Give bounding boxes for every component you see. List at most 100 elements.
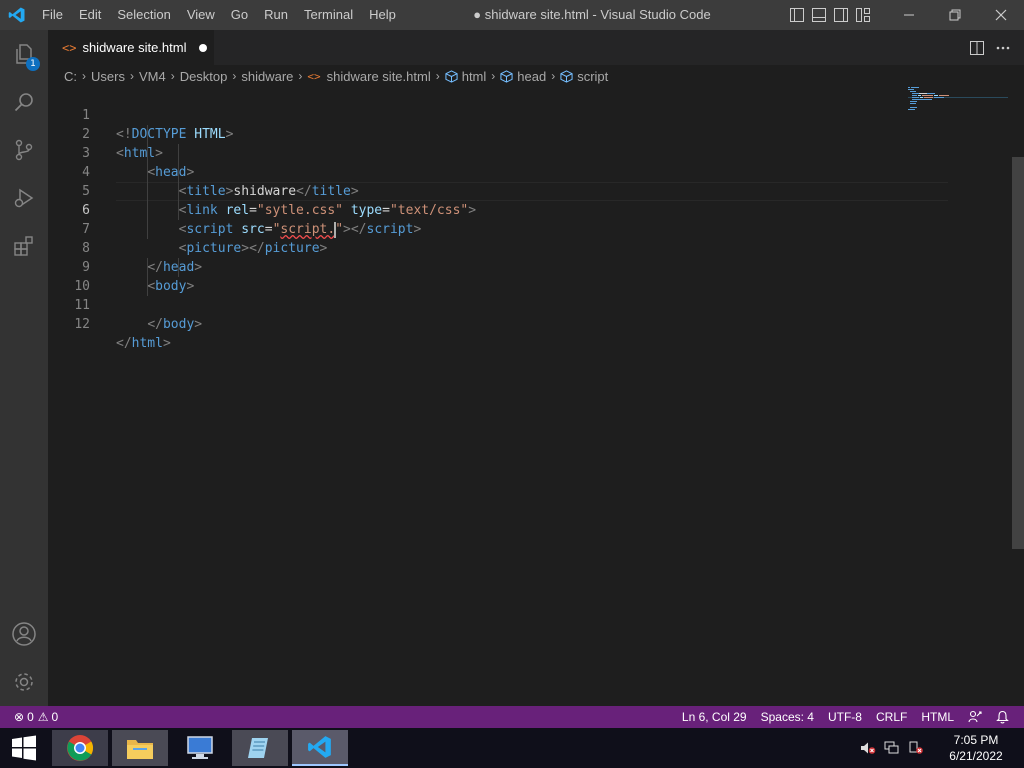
token-tag: html: [131, 336, 163, 351]
breadcrumb-symbol-label: html: [461, 68, 487, 84]
unsaved-dot-icon[interactable]: [198, 43, 207, 52]
editor-actions: [964, 30, 1024, 65]
menu-file[interactable]: File: [34, 0, 71, 30]
feedback-icon[interactable]: [961, 710, 989, 724]
extensions-icon[interactable]: [0, 222, 48, 270]
token-bracket: >: [155, 146, 163, 161]
token-bracket: ></: [241, 241, 265, 256]
menu-help[interactable]: Help: [361, 0, 404, 30]
indentation[interactable]: Spaces: 4: [754, 706, 821, 728]
tab-shidware-site-html[interactable]: <> shidware site.html: [48, 30, 214, 65]
more-actions-icon[interactable]: [990, 30, 1016, 65]
network-icon[interactable]: [880, 728, 904, 768]
token-string: ": [335, 222, 344, 237]
code-line: 12 </html>: [48, 296, 170, 351]
status-bar: ⊗ 0 ⚠ 0 Ln 6, Col 29 Spaces: 4 UTF-8 CRL…: [0, 706, 1024, 728]
chevron-right-icon: ›: [298, 69, 303, 83]
menu-go[interactable]: Go: [223, 0, 256, 30]
end-of-line[interactable]: CRLF: [869, 706, 914, 728]
token-equals: =: [264, 222, 273, 237]
breadcrumb: C: › Users › VM4 › Desktop › shidware › …: [48, 65, 1024, 87]
cursor-position[interactable]: Ln 6, Col 29: [675, 706, 754, 728]
breadcrumb-vm4[interactable]: VM4: [139, 69, 166, 84]
token-bracket: <: [147, 279, 156, 294]
language-mode[interactable]: HTML: [914, 706, 961, 728]
explorer-icon[interactable]: 1: [0, 30, 48, 78]
code-line: 7 <picture></picture>: [48, 201, 327, 256]
split-editor-icon[interactable]: [964, 30, 990, 65]
vertical-scrollbar-thumb[interactable]: [1012, 157, 1024, 549]
breadcrumb-users[interactable]: Users: [91, 69, 125, 84]
problems-indicator[interactable]: ⊗ 0 ⚠ 0: [14, 706, 65, 728]
menu-edit[interactable]: Edit: [71, 0, 109, 30]
file-explorer-icon[interactable]: [112, 730, 168, 766]
token-bracket: >: [194, 260, 203, 275]
notifications-bell-icon[interactable]: [989, 710, 1016, 724]
breadcrumb-symbol-html[interactable]: html: [445, 68, 487, 84]
title-bar: File Edit Selection View Go Run Terminal…: [0, 0, 1024, 30]
chevron-right-icon: ›: [435, 69, 440, 83]
breadcrumb-drive[interactable]: C:: [64, 69, 77, 84]
restore-button[interactable]: [932, 0, 978, 30]
token-tag: script: [186, 222, 234, 237]
minimap[interactable]: [908, 87, 1008, 127]
run-debug-icon[interactable]: [0, 174, 48, 222]
remote-desktop-icon[interactable]: [172, 730, 228, 766]
source-control-icon[interactable]: [0, 126, 48, 174]
breadcrumb-shidware[interactable]: shidware: [241, 69, 293, 84]
breadcrumb-file[interactable]: <> shidware site.html: [307, 69, 430, 84]
close-button[interactable]: [978, 0, 1024, 30]
token-attr: rel: [225, 203, 250, 218]
token-bracket: <: [147, 165, 156, 180]
accounts-icon[interactable]: [0, 610, 48, 658]
html-file-icon: <>: [62, 40, 77, 55]
explorer-badge: 1: [26, 57, 40, 71]
code-line: 2 <html>: [48, 106, 163, 161]
token-bracket: ></: [343, 222, 367, 237]
menu-terminal[interactable]: Terminal: [296, 0, 361, 30]
encoding[interactable]: UTF-8: [821, 706, 869, 728]
menu-selection[interactable]: Selection: [109, 0, 178, 30]
breadcrumb-symbol-head[interactable]: head: [500, 69, 546, 84]
breadcrumb-symbol-script[interactable]: script: [560, 69, 608, 84]
system-clock[interactable]: 7:05 PM 6/21/2022: [928, 732, 1024, 764]
toggle-primary-sidebar-icon[interactable]: [786, 0, 808, 30]
token-bracket: >: [350, 184, 359, 199]
security-alert-icon[interactable]: [904, 728, 928, 768]
activity-bar: 1: [0, 30, 48, 706]
windows-start-icon[interactable]: [0, 728, 48, 768]
token-bracket: >: [225, 127, 234, 142]
manage-gear-icon[interactable]: [0, 658, 48, 706]
breadcrumb-desktop[interactable]: Desktop: [180, 69, 228, 84]
windows-taskbar: 7:05 PM 6/21/2022: [0, 728, 1024, 768]
token-string: "text/css": [389, 203, 469, 218]
minimize-button[interactable]: [886, 0, 932, 30]
symbol-element-icon: [445, 69, 458, 83]
token-attr: type: [350, 203, 383, 218]
notepad-icon[interactable]: [232, 730, 288, 766]
toggle-secondary-sidebar-icon[interactable]: [830, 0, 852, 30]
toggle-panel-icon[interactable]: [808, 0, 830, 30]
vscode-icon[interactable]: [292, 730, 348, 766]
breadcrumb-file-label: shidware site.html: [326, 68, 431, 84]
code-line: 5 <link rel="sytle.css" type="text/css">: [48, 163, 476, 218]
clock-time: 7:05 PM: [953, 733, 999, 747]
code-editor[interactable]: 1 <!DOCTYPE HTML> 2 <html> 3 <head> 4 <t…: [48, 87, 1024, 706]
menu-view[interactable]: View: [179, 0, 223, 30]
code-line: 11 </body>: [48, 277, 202, 332]
clock-date: 6/21/2022: [949, 749, 1003, 763]
code-line: 8 </head>: [48, 220, 202, 275]
chevron-right-icon: ›: [129, 69, 134, 83]
chevron-right-icon: ›: [232, 69, 237, 83]
token-string-error: script.: [280, 222, 336, 237]
system-tray: 7:05 PM 6/21/2022: [856, 728, 1024, 768]
search-icon[interactable]: [0, 78, 48, 126]
token-bracket: >: [413, 222, 422, 237]
chrome-icon[interactable]: [52, 730, 108, 766]
token-equals: =: [249, 203, 257, 218]
menu-bar: File Edit Selection View Go Run Terminal…: [34, 0, 404, 30]
volume-muted-icon[interactable]: [856, 728, 880, 768]
customize-layout-icon[interactable]: [852, 0, 874, 30]
menu-run[interactable]: Run: [256, 0, 296, 30]
token-bracket: </: [147, 317, 163, 332]
